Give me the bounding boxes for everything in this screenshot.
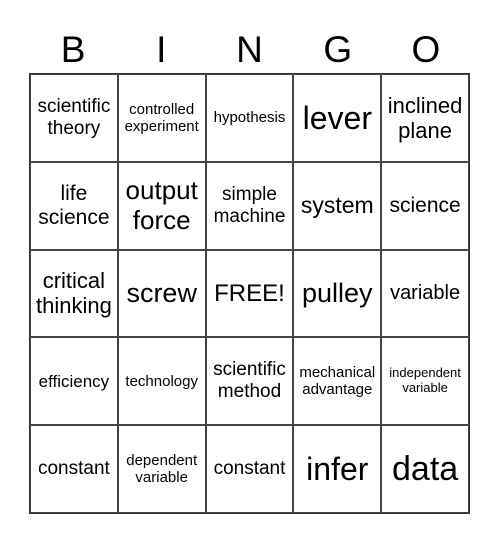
cell-label: mechanical advantage — [299, 364, 376, 399]
free-space-cell[interactable]: FREE! — [205, 249, 294, 338]
bingo-cell[interactable]: life science — [30, 161, 118, 250]
bingo-cell[interactable]: science — [381, 161, 469, 250]
bingo-cell[interactable]: simple machine — [205, 161, 294, 250]
header-letter-b: B — [60, 29, 86, 70]
cell-label: lever — [302, 99, 372, 136]
header-letter-g: G — [323, 29, 353, 70]
bingo-cell[interactable]: mechanical advantage — [293, 337, 382, 426]
bingo-cell[interactable]: data — [381, 425, 469, 513]
bingo-cell[interactable]: system — [293, 161, 382, 250]
bingo-cell[interactable]: infer — [293, 425, 382, 513]
bingo-cell[interactable]: independent variable — [381, 337, 469, 426]
bingo-cell[interactable]: pulley — [293, 249, 382, 338]
header-letter-i: I — [156, 29, 167, 70]
cell-label: variable — [390, 281, 461, 304]
cell-label: FREE! — [214, 279, 285, 307]
cell-label: critical thinking — [35, 268, 112, 319]
bingo-cell[interactable]: output force — [117, 161, 206, 250]
cell-label: system — [300, 192, 374, 219]
bingo-cell[interactable]: screw — [117, 249, 206, 338]
bingo-cell[interactable]: constant — [205, 425, 294, 513]
bingo-cell[interactable]: scientific method — [205, 337, 294, 426]
cell-label: output force — [125, 174, 198, 235]
cell-label: simple machine — [213, 183, 286, 227]
cell-label: scientific theory — [37, 96, 111, 139]
bingo-header: B I N G O — [29, 28, 470, 72]
cell-label: inclined plane — [387, 92, 463, 143]
bingo-cell[interactable]: critical thinking — [30, 249, 118, 338]
cell-label: hypothesis — [213, 109, 286, 127]
cell-label: screw — [126, 277, 197, 308]
cell-label: science — [389, 193, 461, 217]
bingo-cell[interactable]: variable — [381, 249, 469, 338]
cell-label: controlled experiment — [124, 100, 199, 135]
cell-label: dependent variable — [126, 451, 198, 487]
bingo-cell[interactable]: constant — [30, 425, 118, 513]
bingo-cell[interactable]: dependent variable — [117, 425, 206, 513]
cell-label: constant — [37, 458, 110, 480]
cell-label: independent variable — [389, 365, 461, 396]
cell-label: constant — [213, 458, 286, 480]
bingo-cell[interactable]: hypothesis — [205, 74, 294, 162]
bingo-cell[interactable]: technology — [117, 337, 206, 426]
cell-label: efficiency — [38, 371, 110, 391]
bingo-cell[interactable]: scientific theory — [30, 74, 118, 162]
bingo-grid: scientific theory controlled experiment hy… — [29, 73, 470, 514]
bingo-cell[interactable]: lever — [293, 74, 382, 162]
cell-label: pulley — [302, 277, 373, 308]
cell-label: technology — [125, 372, 198, 390]
header-letter-o: O — [411, 29, 441, 70]
bingo-cell[interactable]: inclined plane — [381, 74, 469, 162]
cell-label: infer — [306, 450, 369, 487]
cell-label: life science — [38, 181, 110, 229]
cell-label: scientific method — [213, 359, 286, 403]
cell-label: data — [392, 449, 459, 488]
header-letter-n: N — [236, 29, 263, 70]
bingo-cell[interactable]: controlled experiment — [117, 74, 206, 162]
bingo-cell[interactable]: efficiency — [30, 337, 118, 426]
